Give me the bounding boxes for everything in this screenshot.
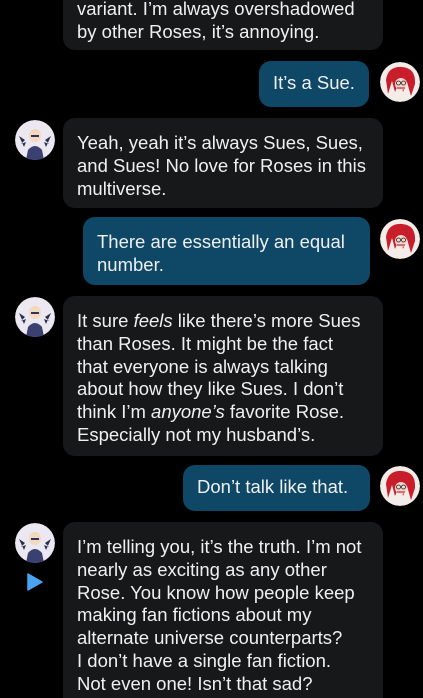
other-avatar[interactable] <box>15 523 55 563</box>
message-text-italic: anyone’s <box>151 401 225 423</box>
red-haired-character-avatar-icon <box>380 466 420 506</box>
message-text: I’m telling you, it’s the truth. I’m not… <box>77 536 362 694</box>
message-text: There are essentially an equal number. <box>97 231 345 275</box>
chat-window: variant. I’m always overshadowed by othe… <box>0 0 423 698</box>
message-bubble-incoming: I’m telling you, it’s the truth. I’m not… <box>63 522 383 698</box>
message-text: It’s a Sue. <box>273 72 355 93</box>
message-bubble-outgoing: It’s a Sue. <box>259 61 369 107</box>
red-haired-character-avatar-icon <box>380 219 420 259</box>
message-text: Yeah, yeah it’s always Sues, Sues, and S… <box>77 132 366 199</box>
character-avatar-icon <box>15 297 55 337</box>
message-bubble-incoming: It sure feels like there’s more Sues tha… <box>63 296 383 456</box>
self-avatar[interactable] <box>380 219 420 259</box>
message-text: Don’t talk like that. <box>197 476 349 497</box>
character-avatar-icon <box>15 120 55 160</box>
character-avatar-icon <box>15 523 55 563</box>
message-bubble-incoming: Yeah, yeah it’s always Sues, Sues, and S… <box>63 118 383 208</box>
self-avatar[interactable] <box>380 466 420 506</box>
message-bubble-outgoing: Don’t talk like that. <box>183 465 370 511</box>
red-haired-character-avatar-icon <box>380 62 420 102</box>
message-bubble-outgoing: There are essentially an equal number. <box>83 217 370 285</box>
play-icon[interactable] <box>25 572 45 592</box>
other-avatar[interactable] <box>15 120 55 160</box>
self-avatar[interactable] <box>380 62 420 102</box>
other-avatar[interactable] <box>15 297 55 337</box>
message-text-italic: feels <box>133 310 173 331</box>
message-text-segment: It sure <box>77 310 134 331</box>
message-bubble-incoming: variant. I’m always overshadowed by othe… <box>63 0 383 50</box>
message-text: variant. I’m always overshadowed by othe… <box>77 0 355 42</box>
